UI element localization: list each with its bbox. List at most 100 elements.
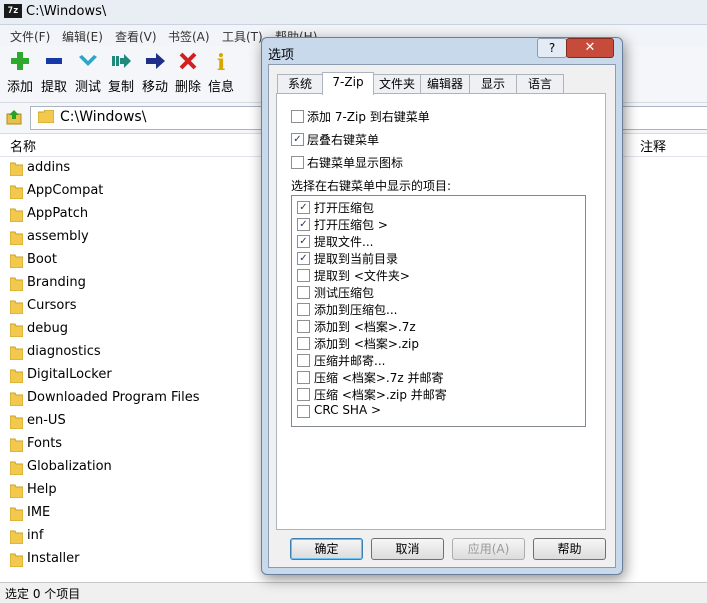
info-label: 信息 <box>207 80 234 95</box>
apply-button[interactable]: 应用(A) <box>452 538 525 560</box>
file-row[interactable]: AppPatch <box>0 204 260 227</box>
folder-icon <box>9 346 24 361</box>
tab-display[interactable]: 显示 <box>469 74 517 94</box>
checkbox[interactable] <box>297 269 310 282</box>
tab-editor[interactable]: 编辑器 <box>420 74 470 94</box>
menu-item-label: 添加到压缩包... <box>314 303 398 317</box>
option-label: 层叠右键菜单 <box>307 133 380 147</box>
delete-button[interactable]: 删除 <box>171 50 205 98</box>
tab-language[interactable]: 语言 <box>516 74 564 94</box>
copy-button[interactable]: 复制 <box>104 50 138 98</box>
tab-folders[interactable]: 文件夹 <box>373 74 421 94</box>
checkbox[interactable] <box>297 371 310 384</box>
folder-icon <box>9 231 24 246</box>
file-row[interactable]: Help <box>0 480 260 503</box>
file-row[interactable]: DigitalLocker <box>0 365 260 388</box>
items-caption: 选择在右键菜单中显示的项目: <box>291 179 452 193</box>
file-name: Fonts <box>27 436 63 451</box>
folder-icon <box>9 392 24 407</box>
folder-icon <box>9 254 24 269</box>
up-folder-button[interactable] <box>6 108 24 126</box>
folder-icon <box>9 323 24 338</box>
folder-icon <box>9 415 24 430</box>
menu-tools[interactable]: 工具(T) <box>222 28 263 45</box>
file-name: AppCompat <box>27 183 104 198</box>
delete-icon <box>171 50 205 76</box>
info-icon: i <box>216 50 226 76</box>
checkbox[interactable] <box>297 405 310 418</box>
menu-bookmarks[interactable]: 书签(A) <box>168 28 210 45</box>
file-name: AppPatch <box>27 206 89 221</box>
menu-item-label: 提取到当前目录 <box>314 252 399 266</box>
info-button[interactable]: i 信息 <box>204 50 238 98</box>
add-button[interactable]: 添加 <box>3 50 37 98</box>
checkbox[interactable]: ✓ <box>291 133 304 146</box>
file-row[interactable]: AppCompat <box>0 181 260 204</box>
extract-icon <box>37 50 71 76</box>
column-name-header[interactable]: 名称 <box>10 136 36 155</box>
menu-item-label: CRC SHA > <box>314 403 382 417</box>
delete-label: 删除 <box>174 80 201 95</box>
move-button[interactable]: 移动 <box>138 50 172 98</box>
status-text: 选定 0 个项目 <box>5 587 81 601</box>
file-name: Downloaded Program Files <box>27 390 200 405</box>
file-row[interactable]: diagnostics <box>0 342 260 365</box>
file-row[interactable]: Installer <box>0 549 260 572</box>
checkbox[interactable] <box>297 337 310 350</box>
test-label: 测试 <box>74 80 101 95</box>
file-row[interactable]: en-US <box>0 411 260 434</box>
checkbox[interactable] <box>297 320 310 333</box>
file-row[interactable]: Boot <box>0 250 260 273</box>
file-row[interactable]: Fonts <box>0 434 260 457</box>
file-name: inf <box>27 528 44 543</box>
dialog-close-button[interactable]: ✕ <box>566 38 614 58</box>
menu-view[interactable]: 查看(V) <box>115 28 157 45</box>
checkbox[interactable] <box>291 110 304 123</box>
menu-edit[interactable]: 编辑(E) <box>62 28 103 45</box>
file-name: Globalization <box>27 459 112 474</box>
file-row[interactable]: assembly <box>0 227 260 250</box>
file-row[interactable]: debug <box>0 319 260 342</box>
checkbox[interactable] <box>297 354 310 367</box>
ok-button[interactable]: 确定 <box>290 538 363 560</box>
add-label: 添加 <box>6 80 33 95</box>
folder-icon <box>9 208 24 223</box>
test-icon <box>71 50 105 76</box>
checkbox[interactable] <box>297 303 310 316</box>
tab-7zip[interactable]: 7-Zip <box>322 72 374 95</box>
file-row[interactable]: inf <box>0 526 260 549</box>
file-name: assembly <box>27 229 89 244</box>
checkbox[interactable] <box>297 286 310 299</box>
folder-icon <box>9 461 24 476</box>
file-row[interactable]: Branding <box>0 273 260 296</box>
menu-item-label: 压缩 <档案>.7z 并邮寄 <box>314 371 444 385</box>
file-row[interactable]: Globalization <box>0 457 260 480</box>
test-button[interactable]: 测试 <box>71 50 105 98</box>
folder-icon <box>9 162 24 177</box>
menu-item-label: 压缩 <档案>.zip 并邮寄 <box>314 388 447 402</box>
menu-item-label: 压缩并邮寄... <box>314 354 386 368</box>
checkbox[interactable]: ✓ <box>297 252 310 265</box>
column-comment-header[interactable]: 注释 <box>640 136 666 155</box>
file-row[interactable]: Downloaded Program Files <box>0 388 260 411</box>
file-row[interactable]: addins <box>0 158 260 181</box>
checkbox[interactable]: ✓ <box>297 218 310 231</box>
tab-system[interactable]: 系统 <box>277 74 323 94</box>
dialog-help-button[interactable]: ? <box>537 38 567 58</box>
cancel-button[interactable]: 取消 <box>371 538 444 560</box>
checkbox[interactable] <box>297 388 310 401</box>
checkbox[interactable] <box>291 156 304 169</box>
folder-icon <box>9 530 24 545</box>
copy-label: 复制 <box>107 80 134 95</box>
file-row[interactable]: Cursors <box>0 296 260 319</box>
option-label: 添加 7-Zip 到右键菜单 <box>307 110 430 124</box>
menu-file[interactable]: 文件(F) <box>10 28 50 45</box>
extract-button[interactable]: 提取 <box>37 50 71 98</box>
checkbox[interactable]: ✓ <box>297 235 310 248</box>
add-icon <box>3 50 37 76</box>
menu-item-label: 提取文件... <box>314 235 374 249</box>
checkbox[interactable]: ✓ <box>297 201 310 214</box>
menu-item-label: 测试压缩包 <box>314 286 375 300</box>
help-button[interactable]: 帮助 <box>533 538 606 560</box>
file-row[interactable]: IME <box>0 503 260 526</box>
